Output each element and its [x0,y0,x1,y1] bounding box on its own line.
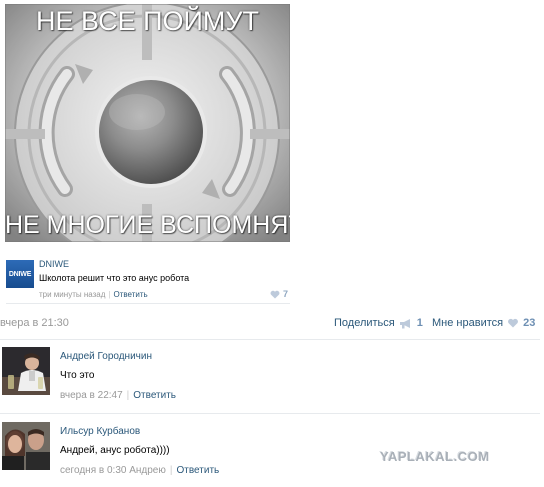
like-label: Мне нравится [432,317,504,329]
comment-text: Андрей, анус робота)))) [60,445,170,456]
meta-separator: | [169,465,173,476]
comment-meta: сегодня в 0:30 Андрею | Ответить [60,465,219,476]
avatar-photo [2,422,50,470]
like-count: 23 [523,317,536,329]
divider [6,303,290,304]
avatar-photo [2,347,50,395]
comment-time[interactable]: вчера в 22:47 [60,390,123,401]
comment-reply-link[interactable]: Ответить [176,465,219,476]
comment-text: Что это [60,370,95,381]
dniwe-avatar[interactable]: DNIWE [6,260,34,288]
comment-item: Андрей Городничин Что это вчера в 22:47 |… [0,345,540,413]
share-label: Поделиться [334,317,395,329]
meme-bottom-caption: НЕ МНОГИЕ ВСПОМНЯТ [5,211,290,239]
post-comment-author[interactable]: DNIWE [39,259,69,269]
avatar[interactable] [2,347,50,395]
comment-author[interactable]: Андрей Городничин [60,351,152,362]
comment-reply-link[interactable]: Ответить [133,390,176,401]
avatar[interactable] [2,422,50,470]
post-footer: вчера в 21:30 Поделиться 1 Мне нравится … [0,315,544,333]
like-button[interactable]: Мне нравится 23 [432,317,535,329]
post-comment: DNIWE DNIWE Школота решит что это анус р… [6,256,290,304]
heart-icon [270,290,280,298]
comment-meta: вчера в 22:47 | Ответить [60,390,176,401]
comment-time[interactable]: сегодня в 0:30 Андрею [60,465,166,476]
share-count: 1 [416,317,423,329]
share-button[interactable]: Поделиться 1 [334,317,423,329]
meme-image: НЕ ВСЕ ПОЙМУТ НЕ МНОГИЕ ВСПОМНЯТ [5,4,290,242]
divider [0,339,540,340]
meme-top-caption: НЕ ВСЕ ПОЙМУТ [35,6,260,36]
post-comment-meta: три минуты назад | Ответить [39,290,148,299]
meta-separator: | [108,290,111,299]
meta-separator: | [126,390,130,401]
post-comment-time[interactable]: три минуты назад [39,290,105,299]
post-comment-reply-link[interactable]: Ответить [113,290,147,299]
heart-icon [508,318,519,328]
post-comment-like-count: 7 [282,289,288,299]
post-date[interactable]: вчера в 21:30 [0,317,69,329]
post-comment-text: Школота решит что это анус робота [39,273,190,283]
divider [0,413,540,414]
post-comment-like-button[interactable]: 7 [270,289,288,299]
page-root: НЕ ВСЕ ПОЙМУТ НЕ МНОГИЕ ВСПОМНЯТ DNIWE D… [0,0,544,487]
comment-author[interactable]: Ильсур Курбанов [60,426,140,437]
megaphone-icon [399,318,410,328]
washer-picture [5,4,290,242]
watermark: YAPLAKAL.COM [380,449,490,464]
